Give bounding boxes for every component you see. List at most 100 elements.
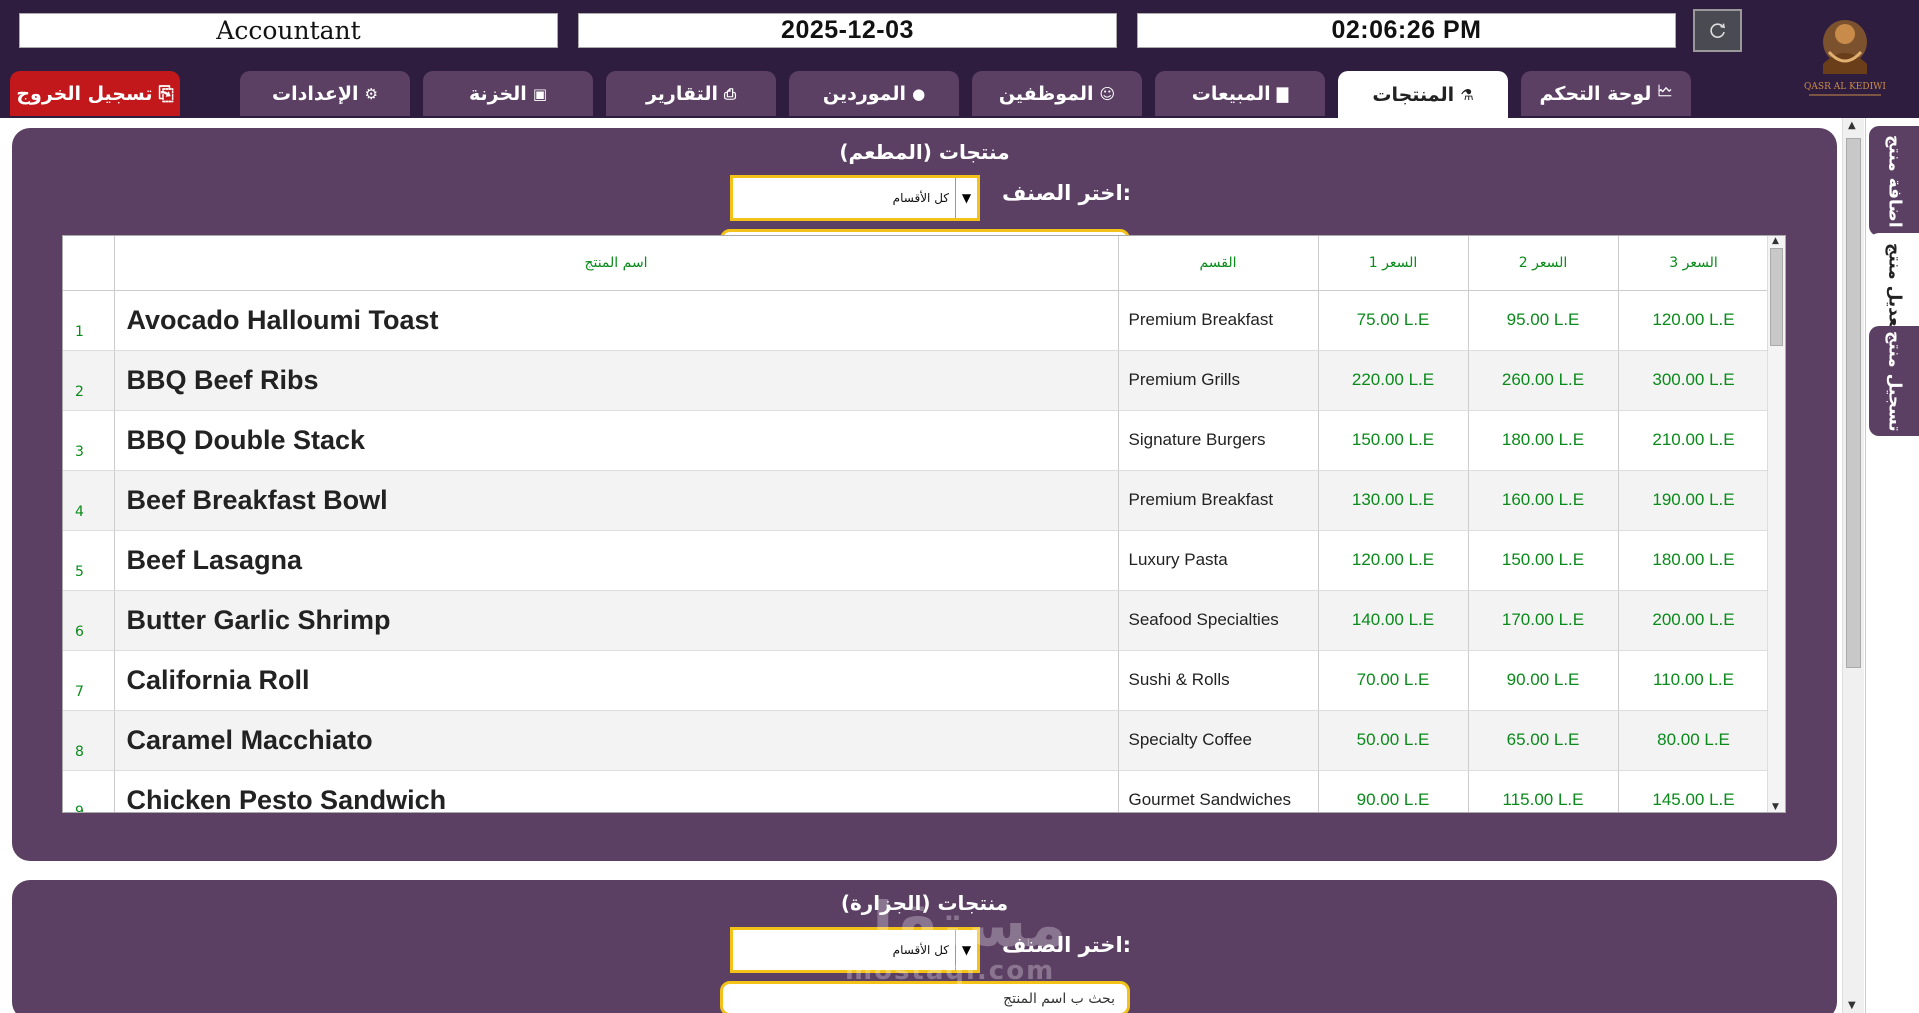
tab-products-label: المنتجات (1372, 83, 1455, 106)
side-tab-register-product[interactable]: تسجيل منتج (1869, 326, 1919, 436)
tab-dashboard-label: لوحة التحكم (1539, 82, 1652, 105)
side-tab-add-product[interactable]: اضافة منتج (1869, 126, 1919, 236)
tab-sales[interactable]: المبيعات ▇ (1155, 71, 1325, 116)
svg-text:QASR AL KEDIWI: QASR AL KEDIWI (1804, 82, 1886, 92)
scroll-up-arrow-icon[interactable]: ▲ (1772, 236, 1779, 246)
tab-reports[interactable]: التقارير ⎙ (606, 71, 776, 116)
product-category: Specialty Coffee (1118, 710, 1319, 771)
row-number: 3 (63, 410, 115, 471)
table-row[interactable]: 9 Chicken Pesto Sandwich Gourmet Sandwic… (63, 770, 1770, 812)
date-text: 2025-12-03 (781, 16, 914, 44)
scroll-down-arrow-icon[interactable]: ▼ (1772, 802, 1779, 812)
product-price2: 90.00 L.E (1468, 650, 1619, 711)
product-category: Gourmet Sandwiches (1118, 770, 1319, 812)
tab-employees[interactable]: الموظفين ☺ (972, 71, 1142, 116)
chevron-down-icon: ▼ (955, 930, 977, 970)
column-header-category[interactable]: القسم (1118, 236, 1319, 291)
page-scrollbar[interactable]: ▲ ▼ (1842, 118, 1864, 1013)
table-row[interactable]: 1 Avocado Halloumi Toast Premium Breakfa… (63, 290, 1770, 351)
row-number: 9 (63, 770, 115, 812)
users-icon: ☺ (1099, 84, 1116, 103)
time-text: 02:06:26 PM (1331, 16, 1482, 44)
product-name: Avocado Halloumi Toast (114, 290, 1119, 351)
restaurant-category-label: اختر الصنف: (1002, 181, 1132, 205)
row-number: 7 (63, 650, 115, 711)
column-header-name[interactable]: اسم المنتج (114, 236, 1119, 291)
product-price1: 50.00 L.E (1318, 710, 1469, 771)
product-category: Signature Burgers (1118, 410, 1319, 471)
butcher-category-value: كل الأقسام (892, 943, 949, 957)
report-icon: ⎙ (724, 84, 737, 103)
product-name: BBQ Double Stack (114, 410, 1119, 471)
product-price3: 200.00 L.E (1618, 590, 1770, 651)
row-number: 4 (63, 470, 115, 531)
table-scrollbar[interactable]: ▲ ▼ (1767, 236, 1785, 812)
table-row[interactable]: 3 BBQ Double Stack Signature Burgers 150… (63, 410, 1770, 471)
date-box: 2025-12-03 (578, 13, 1117, 48)
tab-suppliers[interactable]: الموردين ● (789, 71, 959, 116)
tab-products[interactable]: المنتجات ⚗ (1338, 71, 1508, 118)
product-price2: 260.00 L.E (1468, 350, 1619, 411)
user-icon: ● (912, 84, 926, 103)
page-scroll-down-icon[interactable]: ▼ (1848, 1000, 1856, 1011)
table-scroll-thumb[interactable] (1770, 248, 1783, 346)
butcher-search-input[interactable] (720, 981, 1130, 1013)
table-row[interactable]: 7 California Roll Sushi & Rolls 70.00 L.… (63, 650, 1770, 711)
refresh-button[interactable] (1693, 9, 1742, 52)
product-name: Chicken Pesto Sandwich (114, 770, 1119, 812)
product-category: Premium Grills (1118, 350, 1319, 411)
butcher-products-panel: منتجات (الجزارة) اختر الصنف: كل الأقسام … (12, 880, 1837, 1013)
table-row[interactable]: 8 Caramel Macchiato Specialty Coffee 50.… (63, 710, 1770, 771)
time-box: 02:06:26 PM (1137, 13, 1676, 48)
bar-chart-icon: ▇ (1276, 84, 1289, 103)
tab-dashboard[interactable]: لوحة التحكم 🗠 (1521, 71, 1691, 116)
logout-button[interactable]: تسجيل الخروج ⎘ (10, 71, 180, 116)
product-price1: 120.00 L.E (1318, 530, 1469, 591)
page-scroll-up-icon[interactable]: ▲ (1848, 120, 1856, 131)
row-number: 1 (63, 290, 115, 351)
tab-settings-label: الإعدادات (272, 82, 359, 105)
product-price1: 75.00 L.E (1318, 290, 1469, 351)
table-row[interactable]: 6 Butter Garlic Shrimp Seafood Specialti… (63, 590, 1770, 651)
product-name: BBQ Beef Ribs (114, 350, 1119, 411)
gear-icon: ⚙ (364, 84, 378, 103)
row-number: 6 (63, 590, 115, 651)
tab-reports-label: التقارير (645, 82, 719, 105)
tab-treasury[interactable]: الخزنة ▣ (423, 71, 593, 116)
side-tab-add-label: اضافة منتج (1884, 134, 1905, 228)
refresh-icon (1709, 22, 1725, 38)
product-category: Seafood Specialties (1118, 590, 1319, 651)
product-price1: 140.00 L.E (1318, 590, 1469, 651)
butcher-category-label: اختر الصنف: (1002, 933, 1132, 957)
tab-sales-label: المبيعات (1191, 82, 1271, 105)
table-row[interactable]: 4 Beef Breakfast Bowl Premium Breakfast … (63, 470, 1770, 531)
side-tabs: اضافة منتج تعديل منتج تسجيل منتج (1865, 118, 1919, 1013)
table-row[interactable]: 5 Beef Lasagna Luxury Pasta 120.00 L.E 1… (63, 530, 1770, 591)
restaurant-category-select[interactable]: كل الأقسام ▼ (730, 175, 980, 221)
column-header-price2[interactable]: السعر 2 (1468, 236, 1619, 291)
product-category: Premium Breakfast (1118, 470, 1319, 531)
butcher-category-select[interactable]: كل الأقسام ▼ (730, 927, 980, 973)
tab-employees-label: الموظفين (998, 82, 1094, 105)
page-scroll-thumb[interactable] (1846, 138, 1861, 668)
product-price2: 150.00 L.E (1468, 530, 1619, 591)
product-name: Butter Garlic Shrimp (114, 590, 1119, 651)
side-tab-register-label: تسجيل منتج (1884, 330, 1905, 432)
product-name: Beef Breakfast Bowl (114, 470, 1119, 531)
restaurant-category-value: كل الأقسام (892, 191, 949, 205)
product-price3: 80.00 L.E (1618, 710, 1770, 771)
product-price3: 190.00 L.E (1618, 470, 1770, 531)
table-row[interactable]: 2 BBQ Beef Ribs Premium Grills 220.00 L.… (63, 350, 1770, 411)
restaurant-products-panel: منتجات (المطعم) اختر الصنف: كل الأقسام ▼… (12, 128, 1837, 861)
product-price1: 70.00 L.E (1318, 650, 1469, 711)
restaurant-panel-title: منتجات (المطعم) (839, 140, 1010, 164)
basket-icon: ⚗ (1460, 85, 1474, 104)
column-header-price3[interactable]: السعر 3 (1618, 236, 1770, 291)
product-price2: 160.00 L.E (1468, 470, 1619, 531)
logout-label: تسجيل الخروج (16, 82, 153, 105)
tab-settings[interactable]: الإعدادات ⚙ (240, 71, 410, 116)
cash-icon: ▣ (532, 84, 547, 103)
product-price1: 220.00 L.E (1318, 350, 1469, 411)
chart-icon: 🗠 (1657, 82, 1673, 100)
column-header-price1[interactable]: السعر 1 (1318, 236, 1469, 291)
